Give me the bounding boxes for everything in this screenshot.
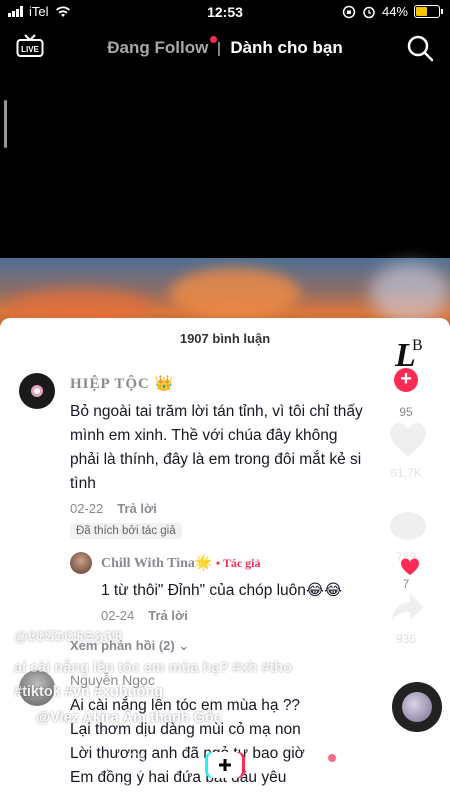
heart-icon[interactable] [388,422,428,458]
star-icon: 🌟 [194,556,213,571]
battery-icon [414,5,443,18]
sound-row[interactable]: @Viez Akira Âm thanh Gốc [14,710,222,726]
comment-username[interactable]: HIỆP TỘC 👑 [70,374,174,393]
tab-following-label: Đang Follow [107,38,209,57]
bottom-nav: Trang chủ Khám phá Quay Hộp thư Hồ sơ [0,748,450,800]
cloud-shape [170,268,300,318]
nav-discover-label: Khám phá [111,781,159,793]
comment-date: 02-24 [101,608,135,623]
create-plus-icon [205,752,245,778]
liked-by-author-badge: Đã thích bởi tác giả [70,523,182,539]
share-arrow-icon[interactable] [390,592,426,624]
comment-date: 02-22 [70,501,104,516]
status-right: 44% [342,4,443,19]
nav-discover[interactable]: Khám phá [100,752,170,793]
nav-profile-label: Hồ sơ [390,781,420,793]
action-rail: LB + 95 61,7K 789 7 936 [388,330,450,690]
channel-logo-icon: LB [394,337,423,372]
sound-label: @Viez Akira Âm thanh Gốc [36,710,222,726]
sound-disc[interactable] [392,682,442,732]
follow-plus-button[interactable]: + [394,368,418,392]
comment-meta: 02-24 Trả lời [101,608,188,623]
crown-icon: 👑 [154,376,175,392]
nav-inbox-label: Hộp thư [296,781,334,793]
chevron-down-icon: ⌄ [178,638,190,653]
person-icon [394,753,416,776]
scroll-indicator [4,100,7,148]
compass-icon [124,753,146,775]
nav-home-label: Trang chủ [21,781,69,793]
home-icon [33,753,57,775]
comment-text: 1 từ thôi" Đỉnh" của chóp luôn😂😂 [101,582,343,599]
inbox-dot [328,754,336,762]
orientation-lock-icon [342,5,356,18]
tab-following[interactable]: Đang Follow [107,36,218,57]
small-heart-icon[interactable] [400,558,420,576]
reply-button[interactable]: Trả lời [117,501,157,516]
nav-home[interactable]: Trang chủ [10,752,80,793]
share-count: 936 [395,632,417,646]
reply-button[interactable]: Trả lời [148,608,188,623]
comment-username[interactable]: Chill With Tina🌟 • Tác giả [101,555,261,572]
comment-meta: 02-22 Trả lời [70,501,157,516]
like-count: 61,7K [390,466,422,480]
comment-username-text: HIỆP TỘC [70,376,150,392]
reply-like-count: 7 [402,577,410,591]
svg-text:B: B [412,337,423,354]
avatar[interactable] [70,552,92,574]
cloud-shape [370,263,450,323]
tab-for-you[interactable]: Dành cho bạn [230,38,342,57]
comment-text: Bỏ ngoài tai trăm lời tán tỉnh, vì tôi c… [70,403,363,492]
sound-cover [402,692,432,722]
creator-handle[interactable]: @𝕷𝕰𝕬𝕯𝕰𝕽𝕾𝕳𝕴𝕻 [14,628,122,645]
nav-create-label: Quay [212,783,238,795]
nav-inbox[interactable]: Hộp thư [280,752,350,793]
inbox-icon [304,753,326,775]
music-note-icon [14,711,27,724]
avatar[interactable] [19,373,55,409]
status-bar: iTel 12:53 44% [0,0,450,24]
feed-tabs: Đang Follow Dành cho bạn [0,36,450,58]
nav-profile[interactable]: Hồ sơ [370,752,440,793]
notification-dot [210,36,218,43]
author-tag: • Tác giả [215,556,261,570]
tab-divider [218,41,221,56]
search-icon[interactable] [406,34,434,62]
alarm-icon [363,6,375,18]
top-nav: LIVE Đang Follow Dành cho bạn [0,30,450,66]
nav-create[interactable]: Quay [190,752,260,795]
video-caption: ai cài nắng lên tóc em mùa hạ? #xh #tho [14,660,292,676]
battery-percent: 44% [381,4,408,19]
comment-username-text: Chill With Tina [101,556,195,571]
video-hashtags[interactable]: #tiktok #vn #xuhuong [14,684,163,700]
avatar-flower-icon [31,385,43,397]
comments-count: 1907 bình luận [179,331,271,346]
comment-bubble-icon[interactable] [388,510,428,546]
comment-count: 95 [399,405,413,419]
